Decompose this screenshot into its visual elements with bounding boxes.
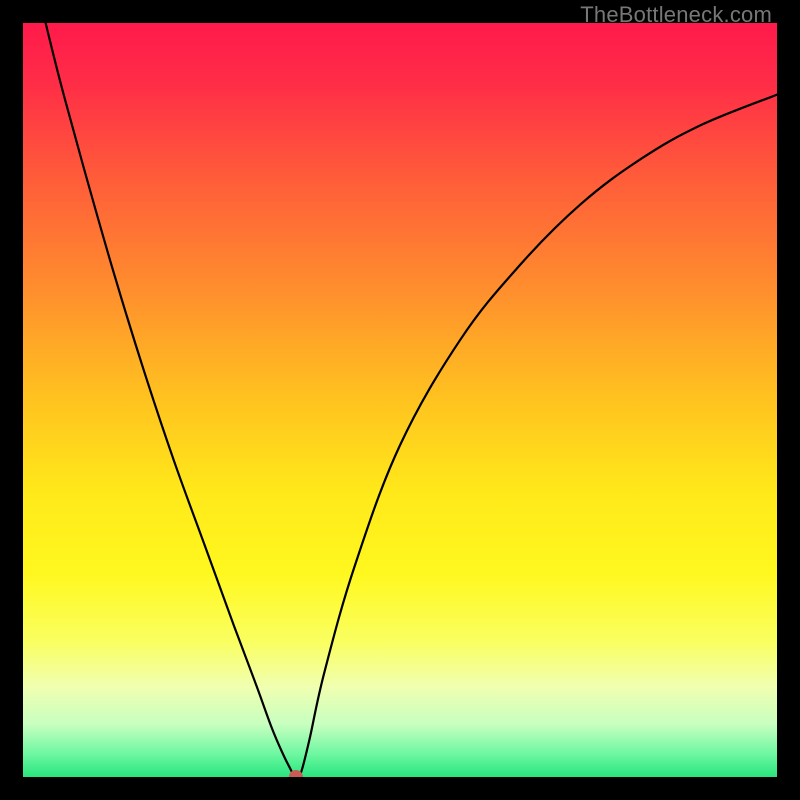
gradient-background xyxy=(23,23,777,777)
bottleneck-chart xyxy=(23,23,777,777)
chart-frame xyxy=(23,23,777,777)
watermark-text: TheBottleneck.com xyxy=(580,2,772,28)
